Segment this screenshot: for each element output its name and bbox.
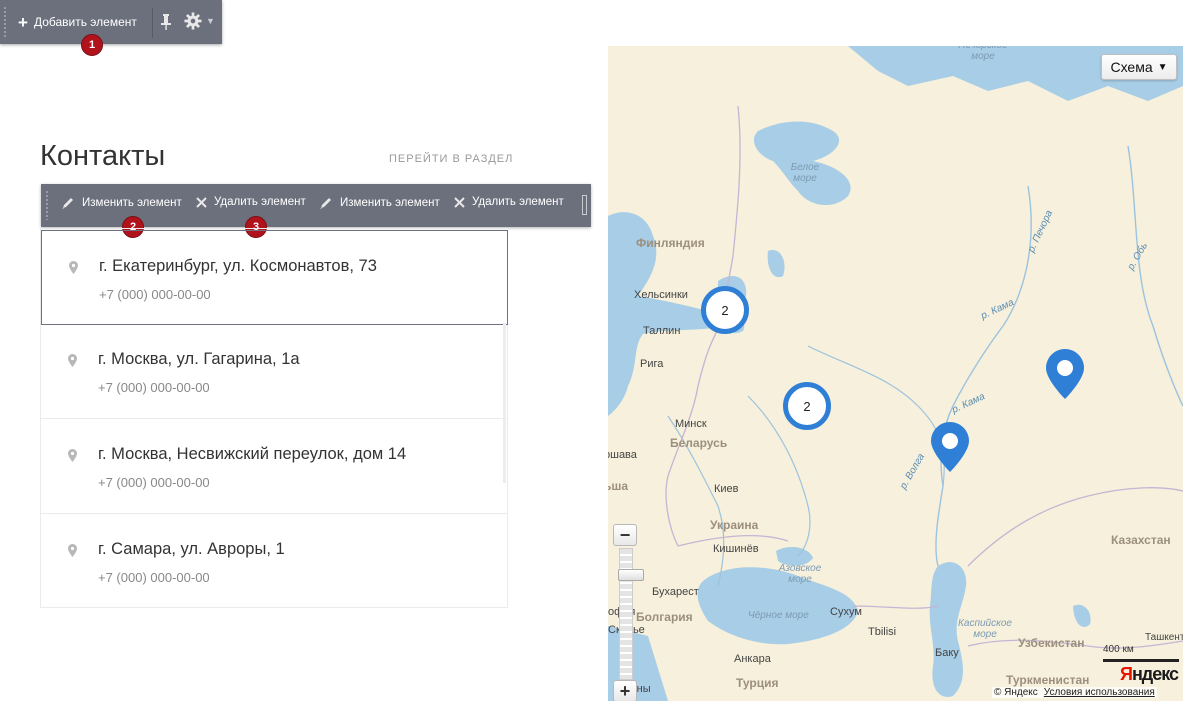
- delete-element-button[interactable]: Удалить элемент: [196, 196, 306, 208]
- contact-card[interactable]: г. Екатеринбург, ул. Космонавтов, 73 +7 …: [41, 230, 508, 325]
- admin-toolbar: + Добавить элемент ▼: [0, 0, 222, 44]
- chevron-down-icon[interactable]: ▼: [206, 16, 215, 26]
- map-label-azov-sea: Азовское море: [778, 563, 822, 585]
- contact-card[interactable]: г. Москва, ул. Гагарина, 1а +7 (000) 000…: [41, 324, 507, 419]
- map-label-ankara: Анкара: [734, 653, 771, 665]
- contact-address: г. Москва, ул. Гагарина, 1а: [98, 350, 300, 368]
- terms-of-use-link[interactable]: Условия использования: [1044, 687, 1155, 698]
- map-label-minsk: Минск: [675, 418, 707, 430]
- zoom-control: − +: [613, 524, 644, 701]
- gear-icon[interactable]: [184, 12, 202, 30]
- map-label-warsaw: ршава: [608, 449, 637, 461]
- map-type-selector[interactable]: Схема ▼: [1101, 54, 1177, 80]
- edit-element-label: Изменить элемент: [82, 197, 182, 209]
- map-label-baku: Баку: [935, 647, 959, 659]
- location-pin-icon: [68, 544, 77, 557]
- zoom-slider-track[interactable]: [618, 548, 644, 680]
- map-label-sukhum: Сухум: [830, 606, 862, 618]
- map-label-kiev: Киев: [714, 483, 739, 495]
- pencil-icon: [62, 198, 73, 209]
- contact-phone: +7 (000) 000-00-00: [98, 380, 210, 395]
- delete-element-label: Удалить элемент: [214, 196, 306, 208]
- map-label-caspian-sea: Каспийское море: [958, 618, 1012, 640]
- copyright-text: © Яндекс: [994, 687, 1038, 698]
- map-label-uzbekistan: Узбекистан: [1018, 636, 1085, 650]
- contact-phone: +7 (000) 000-00-00: [99, 287, 211, 302]
- contact-card[interactable]: г. Самара, ул. Авроры, 1 +7 (000) 000-00…: [41, 514, 507, 609]
- map-label-vilnius: ьша: [608, 479, 629, 493]
- yandex-map[interactable]: Финляндия Хельсинки Таллин Рига Минск Бе…: [608, 46, 1183, 701]
- location-pin-icon: [69, 261, 78, 274]
- yandex-logo[interactable]: Яндекс: [1120, 664, 1179, 685]
- map-label-ukraine: Украина: [710, 518, 759, 532]
- contact-address: г. Москва, Несвижский переулок, дом 14: [98, 445, 407, 463]
- map-base-layer: [608, 46, 1183, 701]
- map-label-belarus: Беларусь: [670, 436, 728, 450]
- map-label-turkey: Турция: [736, 676, 779, 690]
- add-element-label: Добавить элемент: [33, 15, 137, 29]
- map-label-chisinau: Кишинёв: [713, 543, 759, 555]
- map-label-riga: Рига: [640, 358, 664, 370]
- contact-address: г. Екатеринбург, ул. Космонавтов, 73: [99, 257, 377, 275]
- edit-element-button-2[interactable]: Изменить элемент: [319, 196, 440, 210]
- plus-icon: +: [18, 12, 28, 32]
- map-label-barents-sea: Печорское море: [958, 46, 1007, 62]
- contact-phone: +7 (000) 000-00-00: [98, 475, 210, 490]
- location-pin-icon: [68, 449, 77, 462]
- map-label-helsinki: Хельсинки: [634, 289, 688, 301]
- map-label-kazakhstan: Казахстан: [1111, 533, 1171, 547]
- zoom-slider-handle[interactable]: [618, 569, 644, 581]
- zoom-in-button[interactable]: +: [613, 680, 637, 701]
- map-copyright: © Яндекс Условия использования: [992, 687, 1157, 698]
- close-icon: [454, 196, 465, 208]
- pencil-icon: [320, 198, 331, 209]
- contact-phone: +7 (000) 000-00-00: [98, 570, 210, 585]
- map-scale-bar: [1103, 659, 1179, 662]
- map-label-tbilisi: Tbilisi: [868, 626, 897, 638]
- toolbar-divider: [152, 8, 153, 38]
- map-label-white-sea: Белое море: [790, 162, 820, 184]
- edit-toolbar-drag-handle[interactable]: [45, 190, 49, 220]
- delete-element-button-2[interactable]: Удалить элемент: [454, 196, 564, 208]
- zoom-out-button[interactable]: −: [613, 524, 637, 546]
- contact-card[interactable]: г. Москва, Несвижский переулок, дом 14 +…: [41, 419, 507, 514]
- add-element-button[interactable]: + Добавить элемент: [18, 11, 137, 33]
- map-cluster-marker[interactable]: 2: [701, 286, 749, 334]
- map-scale-label: 400 км: [1103, 644, 1134, 655]
- hint-badge-add: 1: [81, 34, 103, 56]
- edit-element-label-2: Изменить элемент: [340, 197, 440, 209]
- map-label-bulgaria: Болгария: [636, 610, 693, 624]
- map-placemark-icon[interactable]: [1045, 348, 1085, 400]
- map-label-tashkent: Ташкент: [1145, 632, 1183, 643]
- contact-address: г. Самара, ул. Авроры, 1: [98, 540, 285, 558]
- caret-down-icon: ▼: [1157, 61, 1168, 73]
- goto-section-link[interactable]: ПЕРЕЙТИ В РАЗДЕЛ: [389, 153, 513, 165]
- map-label-finland: Финляндия: [636, 236, 705, 250]
- edit-element-button[interactable]: Изменить элемент: [61, 196, 182, 210]
- map-label-bucharest: Бухарест: [652, 586, 699, 598]
- toolbar-drag-handle[interactable]: [3, 6, 7, 38]
- map-label-tallinn: Таллин: [643, 325, 681, 337]
- map-label-turkmenistan: Туркменистан: [1006, 673, 1090, 687]
- pin-icon[interactable]: [160, 13, 172, 31]
- close-icon: [196, 196, 207, 208]
- map-cluster-marker[interactable]: 2: [783, 382, 831, 430]
- contacts-list: г. Екатеринбург, ул. Космонавтов, 73 +7 …: [40, 228, 508, 608]
- map-type-label: Схема: [1110, 59, 1153, 75]
- edit-toolbar-end-handle[interactable]: [582, 195, 587, 215]
- page-title: Контакты: [40, 140, 166, 172]
- location-pin-icon: [68, 354, 77, 367]
- list-scrollbar[interactable]: [503, 323, 506, 483]
- map-label-black-sea: Чёрное море: [748, 610, 809, 621]
- delete-element-label-2: Удалить элемент: [472, 196, 564, 208]
- map-placemark-icon[interactable]: [930, 421, 970, 473]
